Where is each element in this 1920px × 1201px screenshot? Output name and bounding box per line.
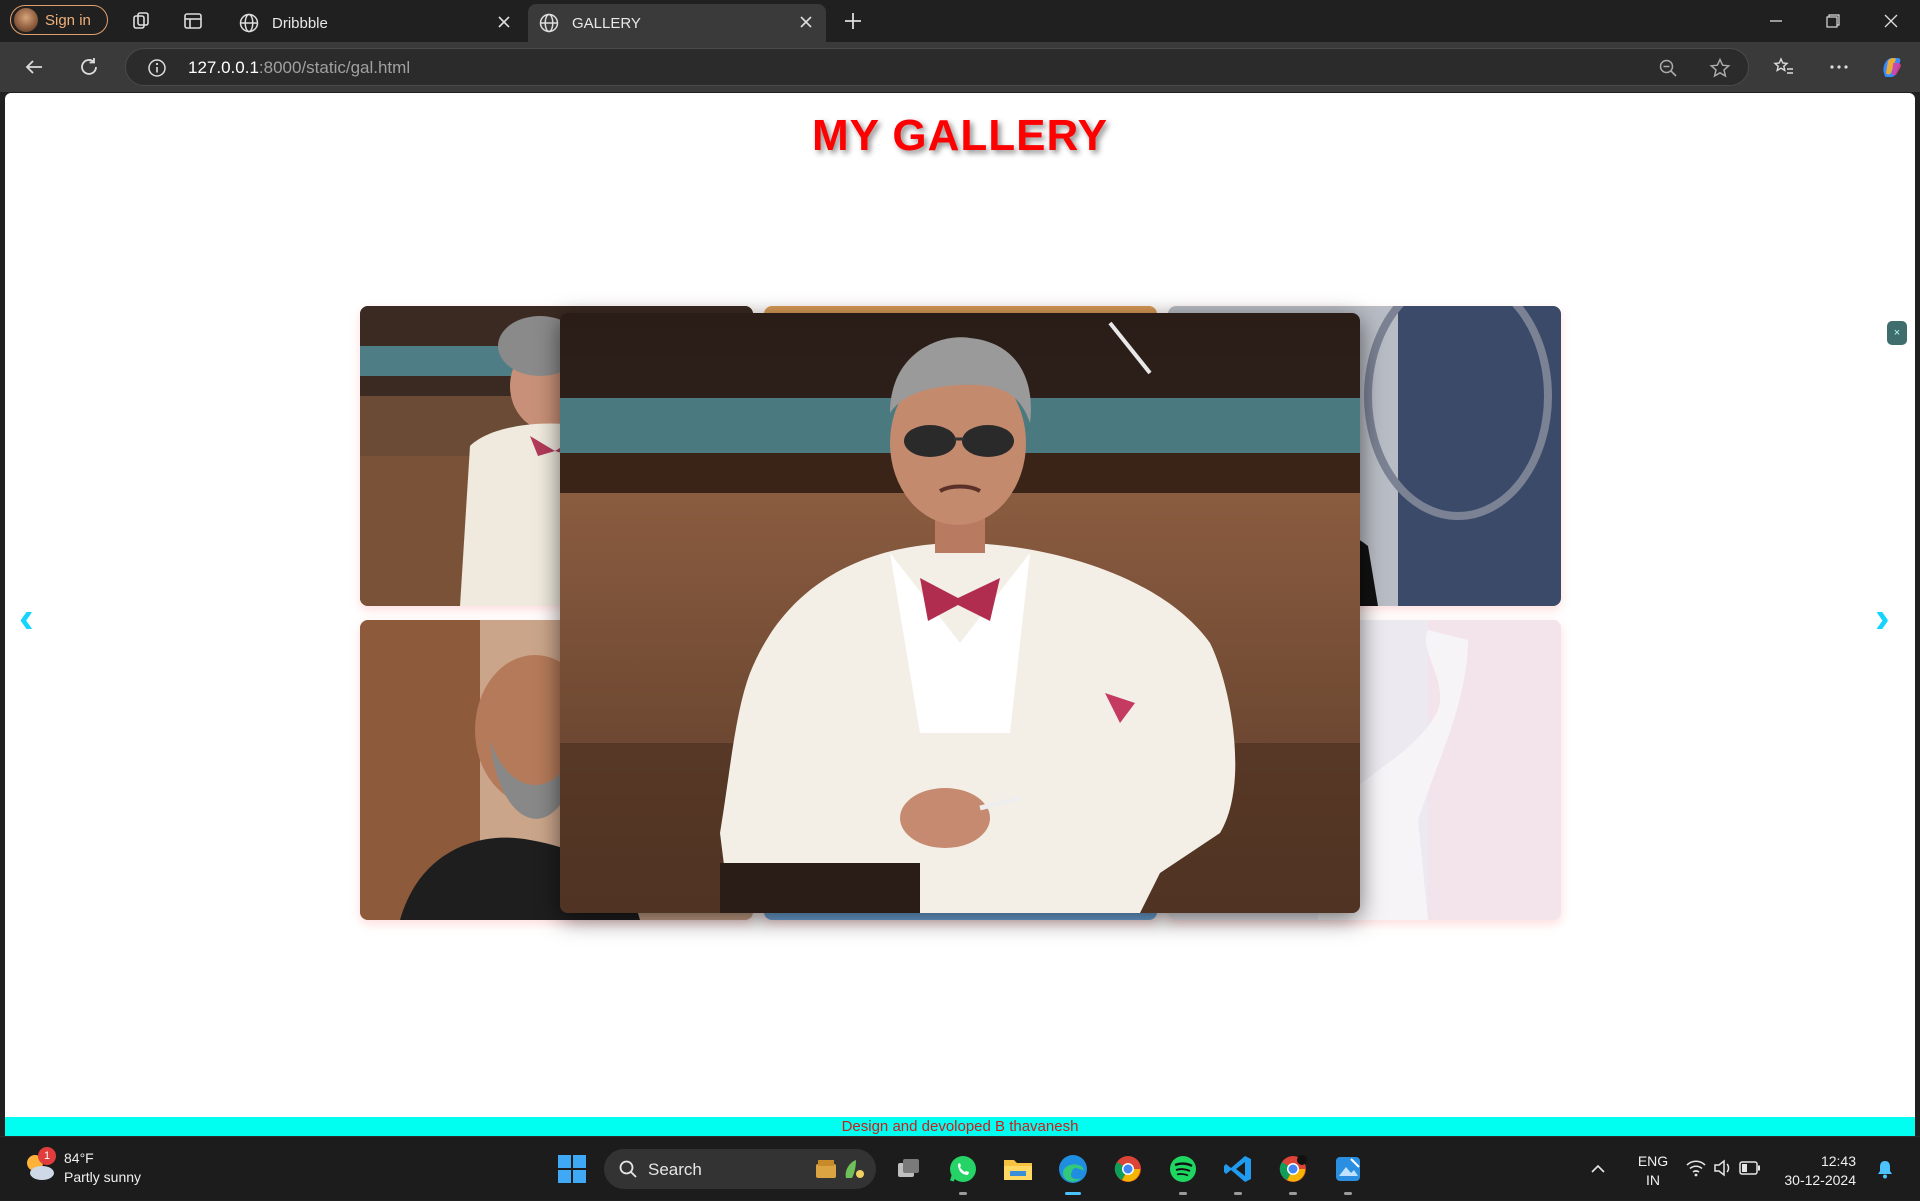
language-indicator[interactable]: ENG IN [1632,1152,1674,1190]
system-status-icons[interactable] [1685,1137,1765,1201]
weather-desc: Partly sunny [64,1169,142,1185]
globe-icon [239,13,259,33]
notifications-button[interactable] [1876,1137,1896,1201]
clock-date: 30-12-2024 [1784,1172,1856,1188]
zoom-out-icon[interactable] [1656,56,1680,80]
site-info-icon[interactable] [145,56,169,80]
weather-badge: 1 [38,1147,56,1165]
search-icon [619,1160,637,1178]
language-top: ENG [1637,1153,1669,1169]
volume-icon [1714,1159,1730,1177]
address-bar[interactable]: 127.0.0.1:8000/static/gal.html [125,48,1749,86]
favorites-icon[interactable] [1768,51,1800,83]
signin-label: Sign in [45,11,91,29]
close-window-icon[interactable] [1868,6,1914,36]
more-menu-icon[interactable] [1823,51,1855,83]
notification-bell-icon [1878,1161,1892,1179]
close-lightbox-button[interactable]: × [1887,321,1907,345]
profile-signin-button[interactable]: Sign in [10,5,108,35]
tab-title: GALLERY [572,14,641,32]
battery-icon [1739,1161,1760,1175]
workspaces-icon[interactable] [128,8,154,34]
weather-widget[interactable]: 1 84°F Partly sunny [22,1147,142,1187]
next-arrow-button[interactable]: › [1875,593,1890,643]
copilot-icon[interactable] [1876,51,1908,83]
taskbar-search-box[interactable]: Search [604,1149,876,1189]
chrome-icon[interactable] [1108,1149,1148,1189]
image-editor-icon[interactable] [1328,1149,1368,1195]
new-tab-icon[interactable] [840,8,866,34]
running-indicator [1179,1192,1187,1195]
photo-man-white-suit-large [560,313,1360,913]
language-bottom: IN [1646,1172,1660,1188]
page-title: MY GALLERY [811,111,1109,160]
whatsapp-icon[interactable] [943,1149,983,1195]
active-indicator [1065,1192,1081,1195]
page-footer: Design and devoloped B thavanesh [5,1117,1915,1136]
search-highlight-icon [816,1160,864,1178]
taskbar: 1 84°F Partly sunny Search ENG IN 12:43 … [0,1136,1920,1200]
show-hidden-icons-button[interactable] [1590,1137,1614,1201]
url-host: 127.0.0.1 [188,58,259,77]
url-path: :8000/static/gal.html [258,58,411,77]
running-indicator [1234,1192,1242,1195]
favorite-star-icon[interactable] [1708,56,1732,80]
clock-time: 12:43 [1820,1153,1856,1169]
restore-icon[interactable] [1810,6,1856,36]
minimize-icon[interactable] [1753,6,1799,36]
running-indicator [959,1192,967,1195]
running-indicator [1344,1192,1352,1195]
vertical-tabs-icon[interactable] [180,8,206,34]
close-tab-icon[interactable] [496,14,512,30]
prev-arrow-button[interactable]: ‹ [19,593,34,643]
address-toolbar: 127.0.0.1:8000/static/gal.html [0,42,1920,92]
tab-dribbble[interactable]: Dribbble [228,4,524,42]
tab-gallery[interactable]: GALLERY [528,4,826,42]
running-indicator [1289,1192,1297,1195]
lightbox-enlarged-image[interactable] [560,313,1360,913]
back-arrow-icon[interactable] [18,51,50,83]
chrome-profile-icon[interactable] [1273,1149,1313,1195]
page-viewport: MY GALLERY ‹ › × Design and devoloped B … [5,93,1915,1136]
refresh-icon[interactable] [73,51,105,83]
browser-title-bar: Sign in Dribbble GALLERY [0,0,1920,42]
globe-icon [539,13,559,33]
windows-start-icon[interactable] [552,1149,592,1189]
file-explorer-icon[interactable] [998,1149,1038,1189]
profile-avatar [14,8,38,32]
chevron-up-icon [1591,1164,1605,1173]
spotify-icon[interactable] [1163,1149,1203,1195]
search-label: Search [648,1160,702,1179]
tab-title: Dribbble [272,14,328,32]
url-text[interactable]: 127.0.0.1:8000/static/gal.html [188,58,410,78]
task-view-icon[interactable] [888,1149,928,1189]
weather-temp: 84°F [64,1150,94,1166]
clock[interactable]: 12:43 30-12-2024 [1782,1152,1856,1190]
vscode-icon[interactable] [1218,1149,1258,1195]
close-tab-icon[interactable] [798,14,814,30]
partly-sunny-icon: 1 [22,1147,56,1183]
edge-browser-icon[interactable] [1053,1149,1093,1195]
wifi-icon [1686,1160,1706,1177]
